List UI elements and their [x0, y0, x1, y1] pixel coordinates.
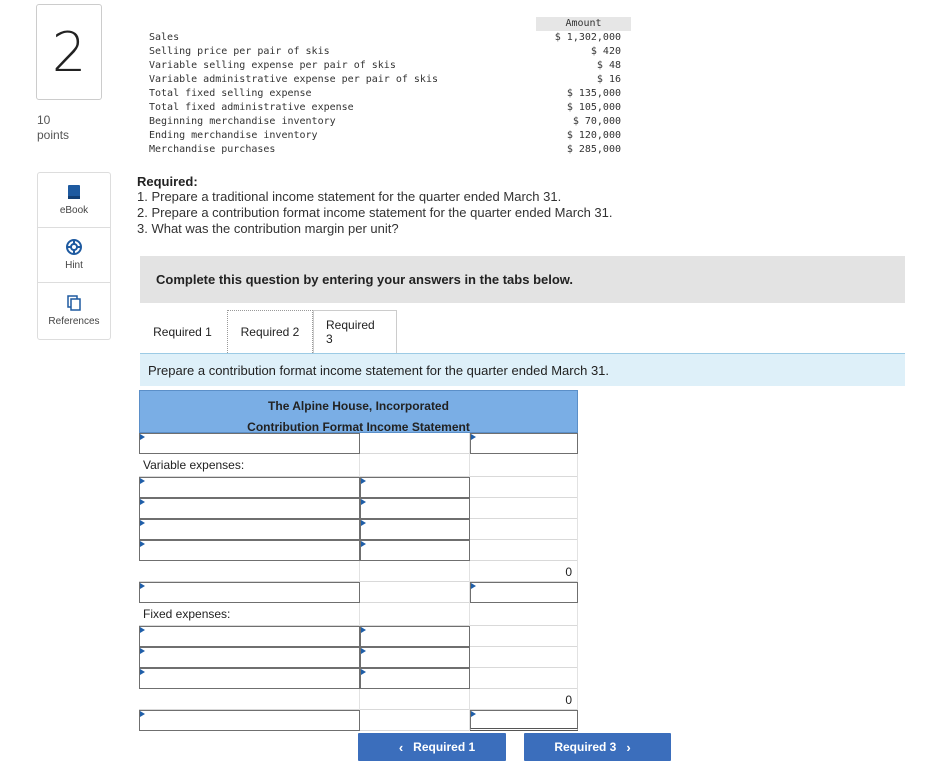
amount-input[interactable]	[360, 540, 470, 561]
variable-expenses-label: Variable expenses:	[139, 454, 360, 477]
statement-row: 0	[139, 689, 578, 710]
data-header-row: Amount	[145, 17, 631, 31]
amount-input[interactable]	[360, 477, 470, 498]
amount-input[interactable]	[360, 498, 470, 519]
statement-row	[139, 626, 578, 647]
tab-required-2[interactable]: Required 2	[227, 310, 313, 353]
amount-input[interactable]	[470, 433, 578, 454]
statement-header: The Alpine House, Incorporated Contribut…	[139, 390, 578, 434]
question-number: 2	[36, 4, 102, 100]
company-name: The Alpine House, Incorporated	[268, 399, 449, 413]
statement-row	[139, 647, 578, 668]
statement-row: 0	[139, 561, 578, 582]
data-row: Merchandise purchases $ 285,000	[149, 144, 621, 155]
required-item: 2. Prepare a contribution format income …	[137, 205, 613, 220]
statement-row	[139, 498, 578, 519]
next-required-button[interactable]: Required 3 ›	[524, 733, 671, 761]
chevron-right-icon: ›	[626, 739, 631, 755]
statement-row	[139, 433, 578, 454]
points-label: points	[37, 128, 70, 142]
references-label: References	[48, 316, 100, 327]
given-data-table: Amount Sales $ 1,302,000 Selling price pe…	[145, 17, 631, 171]
fixed-expenses-label: Fixed expenses:	[139, 603, 360, 626]
statement-row	[139, 519, 578, 540]
line-item-input[interactable]	[139, 540, 360, 561]
statement-row	[139, 477, 578, 498]
hint-label: Hint	[65, 260, 83, 271]
lifebuoy-icon	[66, 239, 82, 255]
statement-row: Fixed expenses:	[139, 603, 578, 626]
tab-required-1[interactable]: Required 1	[140, 310, 225, 353]
tab-instruction: Prepare a contribution format income sta…	[140, 354, 905, 386]
points-value: 10	[37, 113, 51, 127]
references-button[interactable]: References	[38, 283, 110, 339]
prev-required-button[interactable]: ‹ Required 1	[358, 733, 506, 761]
amount-input[interactable]	[360, 647, 470, 668]
line-item-input[interactable]	[139, 519, 360, 540]
line-item-input[interactable]	[139, 582, 360, 603]
data-row: Ending merchandise inventory $ 120,000	[149, 130, 621, 141]
data-row: Sales $ 1,302,000	[149, 32, 621, 43]
line-item-input[interactable]	[139, 647, 360, 668]
amount-input[interactable]	[360, 668, 470, 689]
ebook-label: eBook	[59, 205, 89, 216]
statement-row: Variable expenses:	[139, 454, 578, 477]
amount-header: Amount	[536, 17, 631, 31]
fixed-total: 0	[470, 689, 578, 710]
statement-row	[139, 540, 578, 561]
line-item-input[interactable]	[139, 710, 360, 731]
data-row: Variable selling expense per pair of ski…	[149, 60, 621, 71]
data-row: Total fixed selling expense $ 135,000	[149, 88, 621, 99]
statement-row	[139, 582, 578, 603]
amount-input[interactable]	[360, 519, 470, 540]
complete-instruction-bar: Complete this question by entering your …	[140, 256, 905, 303]
line-item-input[interactable]	[139, 668, 360, 689]
required-list: 1. Prepare a traditional income statemen…	[137, 189, 612, 237]
income-statement: The Alpine House, Incorporated Contribut…	[139, 390, 578, 731]
tools-panel: eBook Hint References	[37, 172, 111, 340]
amount-input[interactable]	[470, 710, 578, 731]
required-item: 3. What was the contribution margin per …	[137, 221, 399, 236]
variable-total: 0	[470, 561, 578, 582]
tab-bar: Required 1 Required 2 Required 3	[140, 310, 397, 354]
data-row: Beginning merchandise inventory $ 70,000	[149, 116, 621, 127]
tab-required-3[interactable]: Required 3	[313, 310, 397, 353]
book-icon	[68, 185, 80, 199]
line-item-input[interactable]	[139, 477, 360, 498]
amount-input[interactable]	[360, 626, 470, 647]
hint-button[interactable]: Hint	[38, 228, 110, 283]
data-row: Selling price per pair of skis $ 420	[149, 46, 621, 57]
required-item: 1. Prepare a traditional income statemen…	[137, 189, 562, 204]
line-item-input[interactable]	[139, 498, 360, 519]
prev-button-label: Required 1	[413, 740, 476, 754]
statement-row	[139, 668, 578, 689]
line-item-input[interactable]	[139, 626, 360, 647]
chevron-left-icon: ‹	[398, 739, 404, 755]
required-title: Required:	[137, 174, 198, 189]
ebook-button[interactable]: eBook	[38, 173, 110, 228]
line-item-input[interactable]	[139, 433, 360, 454]
points-info: 10 points	[37, 113, 69, 143]
statement-row	[139, 710, 578, 731]
next-button-label: Required 3	[554, 740, 617, 754]
copy-icon	[67, 295, 81, 311]
data-row: Variable administrative expense per pair…	[149, 74, 621, 85]
amount-input[interactable]	[470, 582, 578, 603]
data-row: Total fixed administrative expense $ 105,…	[149, 102, 621, 113]
